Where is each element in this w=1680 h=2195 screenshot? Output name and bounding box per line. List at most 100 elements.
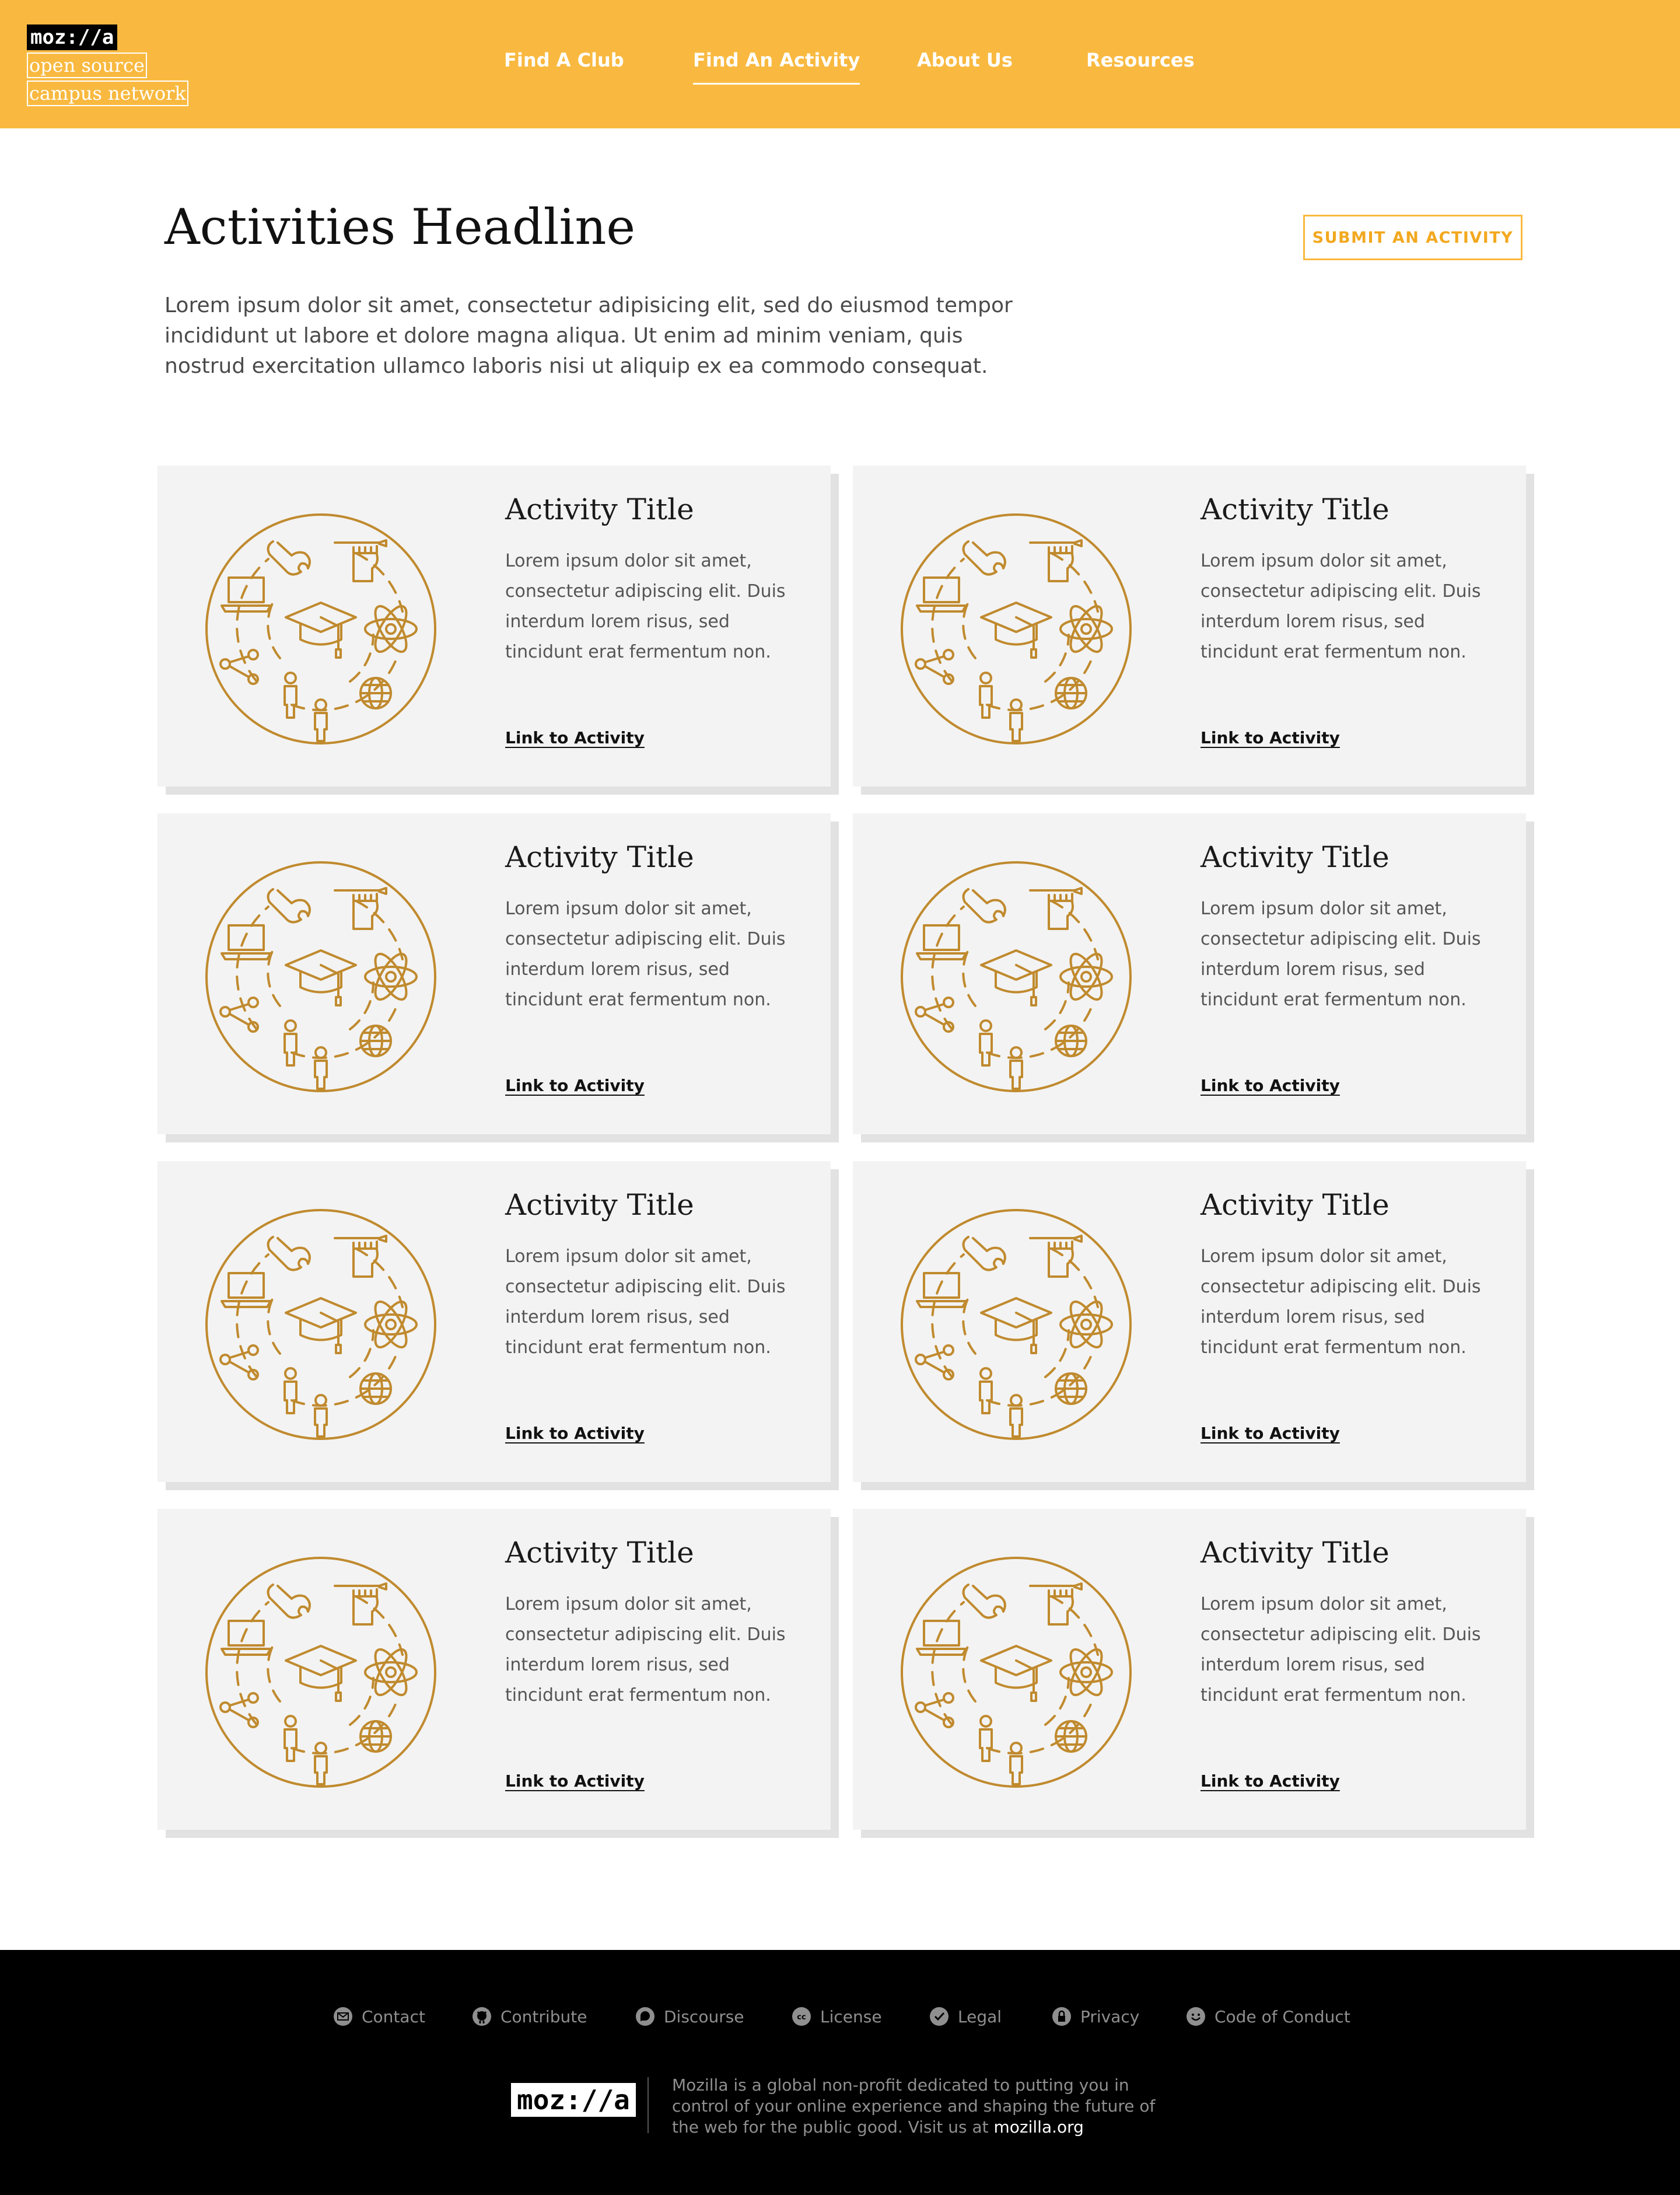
logo-wordmark: moz://a: [27, 25, 118, 50]
fist-pen-icon: [334, 1582, 387, 1626]
share-icon: [219, 997, 259, 1033]
activity-link[interactable]: Link to Activity: [1200, 1076, 1340, 1095]
footer-link-label: Contact: [362, 2007, 425, 2026]
site-footer: Contact Contribute Discourse cc License …: [0, 1950, 1680, 2195]
activity-link[interactable]: Link to Activity: [1200, 728, 1340, 747]
share-icon: [219, 1692, 259, 1728]
footer-link-legal[interactable]: Legal: [929, 2006, 1002, 2027]
footer-link-label: License: [820, 2007, 882, 2026]
activity-description: Lorem ipsum dolor sit amet, consectetur …: [1200, 551, 1481, 662]
wrench-icon: [267, 1236, 311, 1271]
activity-card: Activity Title Lorem ipsum dolor sit ame…: [158, 813, 831, 1134]
footer-link-label: Code of Conduct: [1214, 2007, 1350, 2026]
activity-link[interactable]: Link to Activity: [505, 1076, 645, 1095]
graduation-cap-icon: [980, 949, 1052, 1006]
activity-illustration: [900, 1208, 1133, 1441]
activity-link[interactable]: Link to Activity: [505, 1424, 645, 1443]
activity-link[interactable]: Link to Activity: [1200, 1424, 1340, 1443]
footer-link-label: Contribute: [501, 2007, 587, 2026]
globe-icon: [1055, 1025, 1087, 1057]
footer-links: Contact Contribute Discourse cc License …: [0, 2006, 1680, 2035]
activity-description: Lorem ipsum dolor sit amet, consectetur …: [505, 1246, 786, 1358]
wrench-icon: [962, 888, 1006, 924]
graduation-cap-icon: [285, 602, 357, 659]
main-nav: Find A Club Find An Activity About Us Re…: [0, 49, 1680, 90]
globe-icon: [1055, 1720, 1087, 1753]
wrench-icon: [267, 540, 311, 576]
activity-illustration: [204, 860, 438, 1093]
graduation-cap-icon: [285, 1645, 357, 1702]
atom-icon: [1059, 1300, 1113, 1349]
activity-description: Lorem ipsum dolor sit amet, consectetur …: [1200, 1246, 1481, 1358]
person-icon: [284, 1367, 328, 1438]
activity-description: Lorem ipsum dolor sit amet, consectetur …: [1200, 1594, 1481, 1705]
footer-link-contact[interactable]: Contact: [332, 2006, 425, 2027]
activity-card: Activity Title Lorem ipsum dolor sit ame…: [853, 1509, 1526, 1830]
footer-link-label: Privacy: [1080, 2007, 1140, 2026]
activity-card: Activity Title Lorem ipsum dolor sit ame…: [853, 1161, 1526, 1482]
activity-illustration-svg: [901, 1209, 1132, 1440]
activity-link[interactable]: Link to Activity: [505, 1771, 645, 1791]
atom-icon: [1059, 604, 1113, 653]
wrench-icon: [267, 888, 311, 924]
fist-pen-icon: [334, 887, 387, 930]
activity-illustration: [900, 1556, 1133, 1789]
activity-title: Activity Title: [1200, 492, 1390, 526]
laptop-icon: [916, 1272, 967, 1308]
graduation-cap-icon: [285, 949, 357, 1006]
activity-title: Activity Title: [1200, 1188, 1390, 1222]
fist-pen-icon: [334, 1235, 387, 1278]
activity-card: Activity Title Lorem ipsum dolor sit ame…: [853, 466, 1526, 787]
activity-illustration-svg: [205, 513, 436, 745]
laptop-icon: [220, 1272, 272, 1308]
activity-illustration-svg: [901, 513, 1132, 745]
globe-icon: [1055, 1372, 1087, 1405]
laptop-icon: [916, 1620, 967, 1656]
smile-icon: [1186, 2007, 1205, 2026]
graduation-cap-icon: [980, 1645, 1052, 1702]
mozilla-org-link[interactable]: mozilla.org: [994, 2117, 1084, 2137]
globe-icon: [1055, 677, 1087, 709]
submit-activity-button[interactable]: SUBMIT AN ACTIVITY: [1303, 215, 1522, 260]
activity-illustration: [204, 512, 438, 746]
share-icon: [219, 649, 259, 685]
footer-link-code-of-conduct[interactable]: Code of Conduct: [1185, 2006, 1350, 2027]
fist-pen-icon: [1029, 1235, 1083, 1278]
mail-icon: [334, 2007, 352, 2026]
person-icon: [284, 1019, 328, 1090]
nav-find-a-club[interactable]: Find A Club: [504, 49, 624, 71]
activity-title: Activity Title: [1200, 1536, 1390, 1570]
globe-icon: [359, 1720, 392, 1753]
share-icon: [915, 1344, 954, 1380]
page-headline: Activities Headline: [164, 198, 636, 256]
atom-icon: [364, 952, 418, 1001]
atom-icon: [1059, 952, 1113, 1001]
graduation-cap-icon: [980, 1297, 1052, 1354]
footer-logo[interactable]: moz://a: [511, 2083, 636, 2117]
nav-about-us[interactable]: About Us: [917, 49, 1013, 71]
activity-link[interactable]: Link to Activity: [505, 728, 645, 747]
person-icon: [979, 1367, 1023, 1438]
fist-pen-icon: [334, 539, 387, 582]
share-icon: [915, 997, 954, 1033]
activity-description: Lorem ipsum dolor sit amet, consectetur …: [505, 1594, 786, 1705]
activity-title: Activity Title: [1200, 840, 1390, 874]
site-header: moz://a open source campus network Find …: [0, 0, 1680, 128]
footer-link-privacy[interactable]: Privacy: [1051, 2006, 1139, 2027]
activity-illustration-svg: [901, 1557, 1132, 1788]
footer-about: Mozilla is a global non-profit dedicated…: [672, 2075, 1174, 2138]
footer-link-license[interactable]: cc License: [791, 2006, 882, 2027]
graduation-cap-icon: [285, 1297, 357, 1354]
wrench-icon: [962, 540, 1006, 576]
activity-title: Activity Title: [505, 1188, 694, 1222]
activity-description: Lorem ipsum dolor sit amet, consectetur …: [505, 899, 786, 1010]
footer-link-discourse[interactable]: Discourse: [635, 2006, 744, 2027]
globe-icon: [359, 1025, 392, 1057]
nav-resources[interactable]: Resources: [1086, 49, 1195, 71]
person-icon: [979, 1715, 1023, 1785]
activity-link[interactable]: Link to Activity: [1200, 1771, 1340, 1791]
wrench-icon: [962, 1584, 1006, 1619]
person-icon: [979, 672, 1023, 742]
nav-find-an-activity[interactable]: Find An Activity: [693, 49, 860, 85]
footer-link-contribute[interactable]: Contribute: [471, 2006, 587, 2027]
